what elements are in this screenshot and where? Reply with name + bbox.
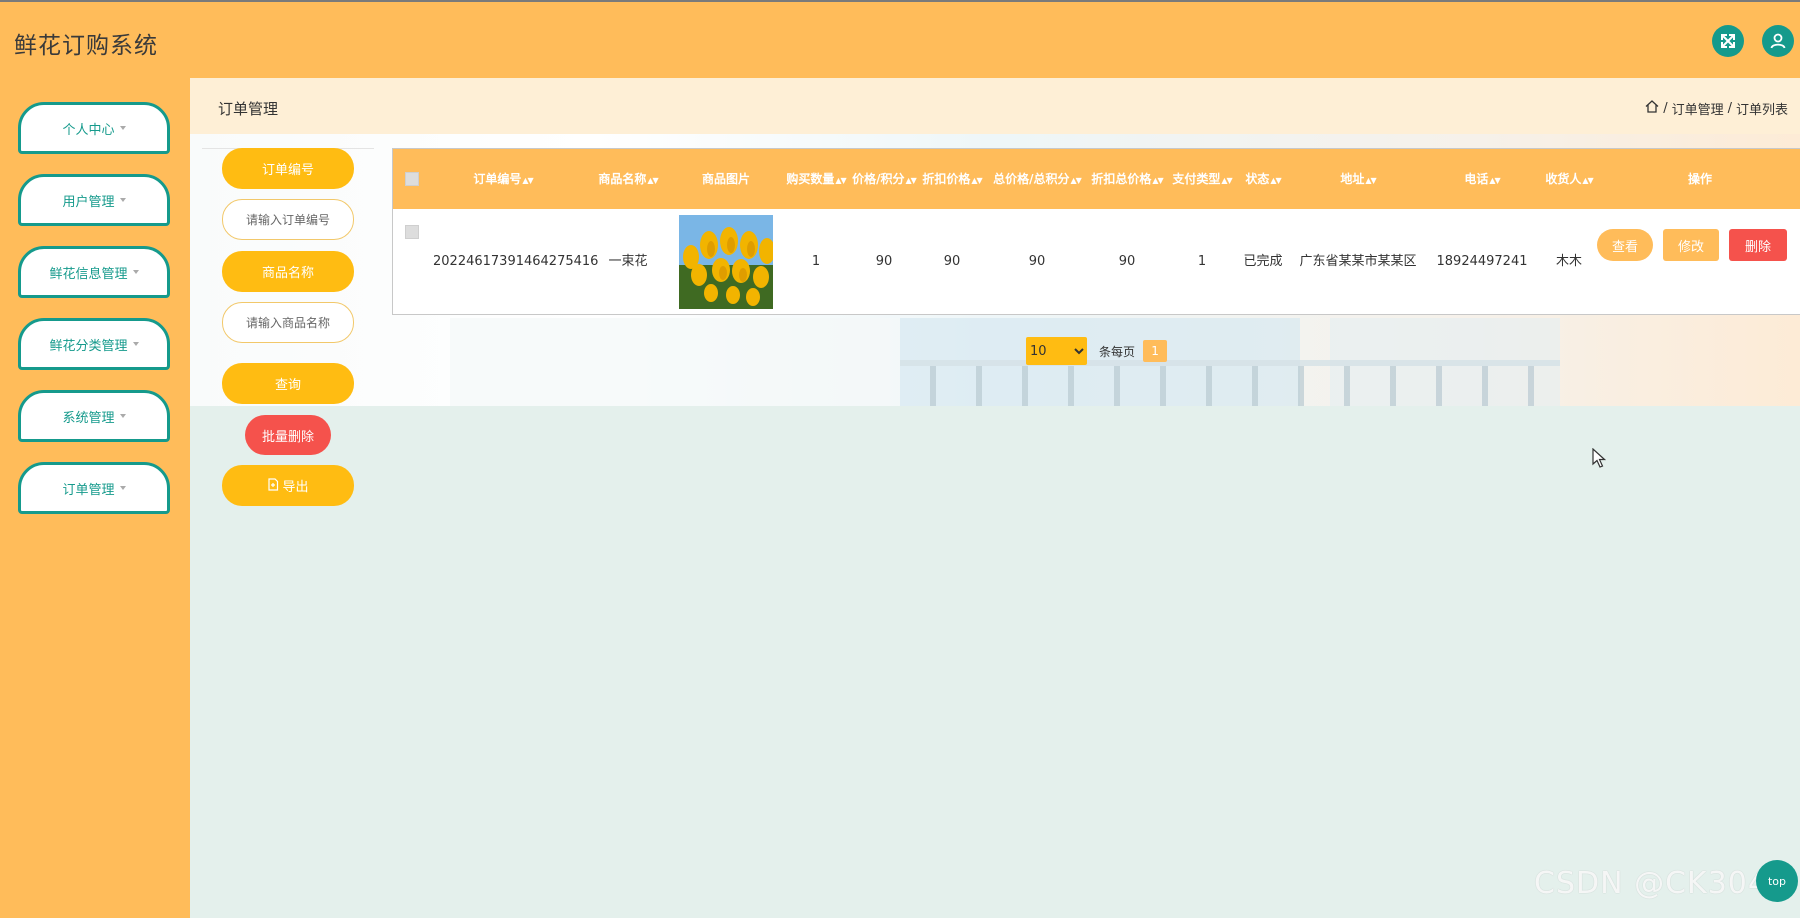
batch-delete-button[interactable]: 批量删除 (245, 415, 331, 455)
per-page-label: 条每页 (1099, 344, 1136, 359)
user-icon[interactable] (1762, 25, 1794, 57)
sidebar-item-personal-center[interactable]: 个人中心 (18, 102, 170, 154)
cell-price: 90 (875, 254, 893, 269)
export-button[interactable]: 导出 (222, 465, 354, 506)
page-number-button[interactable]: 1 (1143, 340, 1168, 362)
cell-status: 已完成 (1243, 254, 1283, 269)
caret-down-icon (132, 342, 139, 346)
sort-icon: ▲▼ (647, 176, 658, 185)
order-no-input[interactable] (222, 199, 354, 240)
breadcrumb-item: 订单列表 (1735, 103, 1788, 118)
cell-discount-total: 90 (1118, 254, 1136, 269)
sort-icon: ▲▼ (835, 176, 846, 185)
breadcrumb-item[interactable]: 订单管理 (1672, 99, 1724, 118)
caret-down-icon (119, 486, 126, 490)
breadcrumb-separator: / (1663, 101, 1668, 116)
column-header-address[interactable]: 地址▲▼ (1293, 149, 1423, 209)
export-icon (267, 477, 279, 494)
table-header: 订单编号▲▼ 商品名称▲▼ 商品图片 购买数量▲▼ 价格/积分▲▼ 折扣价格▲▼… (393, 149, 1800, 209)
row-checkbox[interactable] (405, 225, 419, 239)
sidebar-item-orders[interactable]: 订单管理 (18, 462, 170, 514)
column-header-price[interactable]: 价格/积分▲▼ (851, 149, 917, 209)
sidebar-item-label: 系统管理 (62, 410, 115, 426)
column-header-pay-type[interactable]: 支付类型▲▼ (1169, 149, 1235, 209)
sort-icon: ▲▼ (1365, 176, 1376, 185)
order-no-label: 订单编号 (222, 148, 354, 189)
column-header-receiver[interactable]: 收货人▲▼ (1539, 149, 1599, 209)
column-header-discount-total[interactable]: 折扣总价格▲▼ (1089, 149, 1165, 209)
column-header-product-image: 商品图片 (701, 172, 750, 186)
column-header-order-no[interactable]: 订单编号▲▼ (433, 149, 573, 209)
page-size-select[interactable]: 10 (1026, 337, 1087, 365)
caret-down-icon (119, 126, 126, 130)
app-title: 鲜花订购系统 (14, 33, 158, 59)
mouse-cursor-icon (1592, 447, 1607, 472)
background-decoration (930, 366, 1560, 406)
sidebar-item-label: 鲜花信息管理 (49, 266, 128, 282)
cell-quantity: 1 (811, 254, 821, 269)
sort-icon: ▲▼ (1270, 176, 1281, 185)
product-name-label: 商品名称 (222, 251, 354, 292)
sort-icon: ▲▼ (1070, 176, 1082, 185)
caret-down-icon (119, 414, 126, 418)
page-header (190, 78, 1800, 134)
sort-icon: ▲▼ (1221, 176, 1232, 185)
column-header-discount-price[interactable]: 折扣价格▲▼ (919, 149, 985, 209)
cell-receiver: 木木 (1555, 254, 1582, 269)
product-name-input[interactable] (222, 302, 354, 343)
caret-down-icon (119, 198, 126, 202)
delete-button[interactable]: 删除 (1729, 229, 1787, 261)
sort-icon: ▲▼ (905, 176, 917, 185)
sidebar-item-label: 用户管理 (62, 194, 115, 210)
breadcrumb-separator: / (1727, 101, 1732, 116)
product-image[interactable] (679, 215, 773, 309)
background-decoration (450, 318, 900, 406)
sidebar-item-flower-info[interactable]: 鲜花信息管理 (18, 246, 170, 298)
back-to-top-label: top (1767, 874, 1787, 888)
cell-order-no: 20224617391464275416 (433, 254, 599, 269)
column-header-status[interactable]: 状态▲▼ (1239, 149, 1287, 209)
sidebar-item-system[interactable]: 系统管理 (18, 390, 170, 442)
cell-pay-type: 1 (1197, 254, 1207, 269)
column-header-product-name[interactable]: 商品名称▲▼ (593, 149, 663, 209)
cell-discount-price: 90 (943, 254, 961, 269)
select-all-checkbox[interactable] (405, 172, 419, 186)
cell-product-name: 一束花 (608, 254, 648, 269)
top-bar: 鲜花订购系统 (0, 0, 1800, 78)
column-header-quantity[interactable]: 购买数量▲▼ (783, 149, 849, 209)
sort-icon: ▲▼ (971, 176, 982, 185)
sidebar-item-label: 鲜花分类管理 (49, 338, 128, 354)
watermark: CSDN @CK3043 (1534, 866, 1789, 901)
search-button[interactable]: 查询 (222, 363, 354, 404)
expand-icon[interactable] (1712, 25, 1744, 57)
sort-icon: ▲▼ (1582, 176, 1593, 185)
pagination: 10 条每页 1 (1026, 337, 1168, 365)
sort-icon: ▲▼ (1489, 176, 1500, 185)
sidebar-item-flower-category[interactable]: 鲜花分类管理 (18, 318, 170, 370)
sort-icon: ▲▼ (522, 176, 533, 185)
breadcrumb: / 订单管理 / 订单列表 (1645, 99, 1788, 118)
back-to-top-button[interactable]: top (1756, 860, 1798, 902)
sidebar-item-label: 个人中心 (62, 122, 115, 138)
sidebar-item-user-management[interactable]: 用户管理 (18, 174, 170, 226)
cell-phone: 18924497241 (1436, 254, 1528, 269)
column-header-phone[interactable]: 电话▲▼ (1429, 149, 1535, 209)
column-header-actions: 操作 (1687, 172, 1712, 186)
edit-button[interactable]: 修改 (1663, 229, 1719, 261)
view-button[interactable]: 查看 (1597, 229, 1653, 261)
cell-total-price: 90 (1028, 254, 1046, 269)
caret-down-icon (132, 270, 139, 274)
orders-table: 订单编号▲▼ 商品名称▲▼ 商品图片 购买数量▲▼ 价格/积分▲▼ 折扣价格▲▼… (392, 148, 1800, 315)
sidebar-item-label: 订单管理 (62, 482, 115, 498)
page-title: 订单管理 (218, 100, 279, 118)
export-button-label: 导出 (282, 479, 309, 494)
home-icon[interactable] (1645, 100, 1659, 117)
cell-address: 广东省某某市某某区 (1299, 254, 1417, 269)
column-header-total-price[interactable]: 总价格/总积分▲▼ (989, 149, 1085, 209)
sort-icon: ▲▼ (1152, 176, 1163, 185)
